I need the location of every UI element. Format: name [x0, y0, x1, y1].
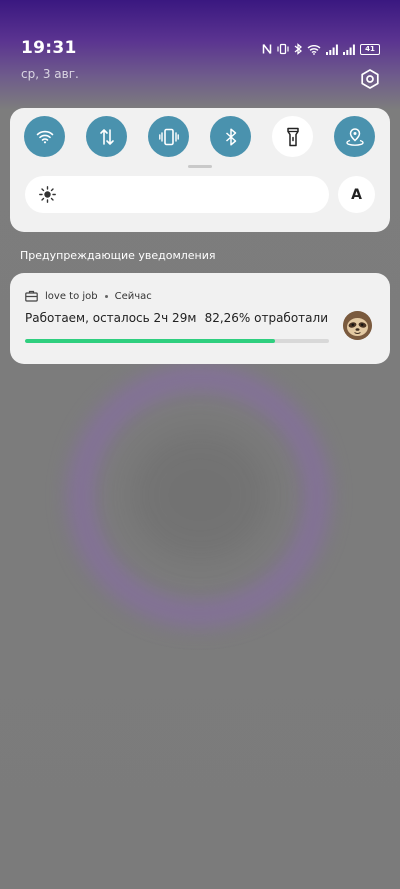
notification-app-name: love to job	[45, 290, 98, 302]
location-icon	[345, 127, 364, 146]
status-icons: 41	[262, 42, 380, 56]
location-tile[interactable]	[334, 116, 375, 157]
signal-icon	[326, 44, 338, 55]
vibrate-icon	[158, 128, 179, 145]
date-label: ср, 3 авг.	[21, 67, 79, 81]
bluetooth-tile[interactable]	[210, 116, 251, 157]
notification-header: love to job Сейчас	[25, 290, 152, 302]
wallpaper-ring-center	[130, 430, 270, 560]
brightness-slider[interactable]	[25, 176, 329, 213]
brightness-icon	[39, 186, 56, 203]
settings-gear-icon[interactable]	[359, 68, 381, 90]
progress-fill	[25, 339, 276, 343]
briefcase-icon	[25, 290, 38, 302]
sloth-avatar	[343, 311, 372, 340]
wifi-icon	[36, 130, 53, 144]
quick-settings-tiles	[24, 116, 375, 157]
panel-drag-handle[interactable]	[188, 165, 212, 168]
notification-percent: 82,26% отработали	[204, 311, 328, 325]
mobile-data-tile[interactable]	[86, 116, 127, 157]
data-arrows-icon	[99, 128, 114, 145]
auto-brightness-button[interactable]: A	[338, 176, 375, 213]
signal-icon	[343, 44, 355, 55]
flashlight-tile[interactable]	[272, 116, 313, 157]
bluetooth-icon	[225, 127, 236, 146]
vibrate-icon	[277, 43, 289, 55]
quick-settings-panel: A	[10, 108, 390, 232]
nfc-icon	[262, 44, 272, 54]
progress-bar	[25, 339, 329, 343]
bluetooth-icon	[294, 43, 302, 55]
notification-card[interactable]: love to job Сейчас Работаем, осталось 2ч…	[10, 273, 390, 364]
notification-message: Работаем, осталось 2ч 29м	[25, 311, 197, 325]
separator-dot	[104, 294, 108, 298]
vibrate-tile[interactable]	[148, 116, 189, 157]
battery-icon: 41	[360, 43, 380, 55]
wifi-tile[interactable]	[24, 116, 65, 157]
section-title: Предупреждающие уведомления	[20, 249, 216, 262]
clock: 19:31	[21, 38, 77, 58]
status-bar: 19:31 ср, 3 авг. 41	[0, 0, 400, 100]
wifi-icon	[307, 44, 321, 55]
notification-time: Сейчас	[114, 290, 152, 302]
flashlight-icon	[286, 127, 299, 146]
